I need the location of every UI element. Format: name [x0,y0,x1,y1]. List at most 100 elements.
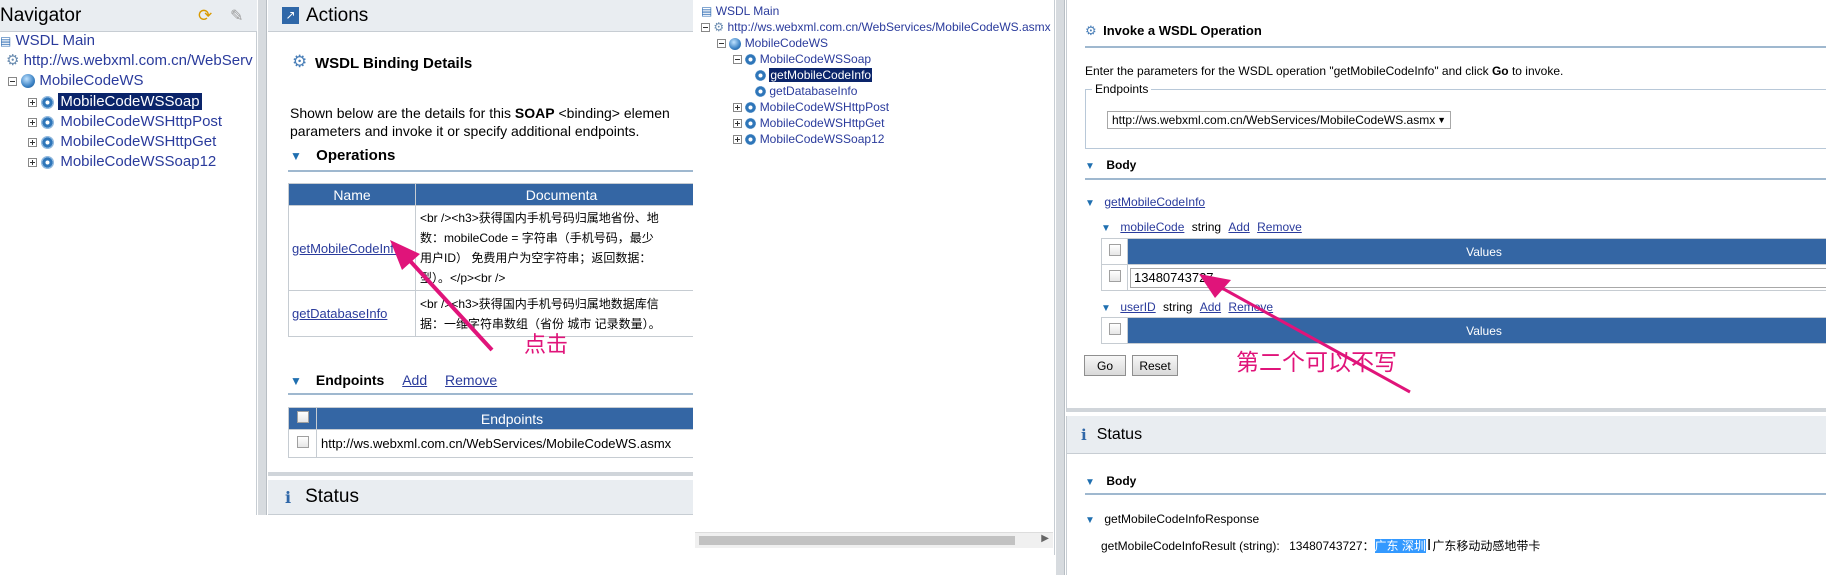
splitter[interactable] [1056,0,1065,575]
collapse-triangle-icon[interactable]: ▼ [1085,515,1101,526]
expand-icon[interactable] [28,157,37,167]
invoke-title: Invoke a WSDL Operation [1103,23,1262,38]
tree-wsdl-main[interactable]: ▤ WSDL Main [0,32,95,49]
intro-text-2: <binding> elemen [554,105,670,121]
collapse-triangle-icon[interactable]: ▼ [290,374,306,388]
param-add-link[interactable]: Add [1228,220,1249,234]
endpoint-checkbox[interactable] [296,436,309,448]
arrow-line [398,248,494,352]
collapse-triangle-icon[interactable]: ▼ [1085,198,1101,209]
param-type: string [1191,220,1222,234]
scrollbar-thumb[interactable] [699,536,1015,545]
binding-icon [41,155,55,169]
invoke-intro: Enter the parameters for the WSDL operat… [1085,64,1563,78]
tree2-wsdl-main[interactable]: ▤ WSDL Main [701,4,779,18]
refresh-icon[interactable]: ⟳ [198,6,218,26]
tree2-binding-label: MobileCodeWSHttpPost [759,100,890,114]
binding-icon [745,54,757,66]
expand-icon[interactable] [733,119,742,129]
collapse-icon[interactable] [733,55,742,65]
info-icon: i [285,487,292,507]
collapse-triangle-icon[interactable]: ▼ [1101,303,1117,314]
invoke-panel: ⚙ Invoke a WSDL Operation Enter the para… [1066,0,1826,412]
text-cursor-icon: Ⅰ [1426,537,1432,554]
body-heading[interactable]: ▼ Body [1085,158,1136,172]
operation-heading[interactable]: ▼ getMobileCodeInfo [1085,195,1205,209]
response-name: getMobileCodeInfoResponse [1104,512,1260,526]
binding-icon [745,102,757,114]
select-all-checkbox[interactable] [296,411,309,423]
tree2-op-label: getMobileCodeInfo [768,67,874,83]
binding-icon [745,134,757,146]
tree2-binding-1[interactable]: MobileCodeWSHttpPost [733,100,889,114]
tree2-op-1[interactable]: getDatabaseInfo [755,84,857,98]
operation-icon [755,86,766,98]
reset-button[interactable]: Reset [1132,355,1178,376]
tree2-binding-open[interactable]: MobileCodeWSSoap [733,52,871,66]
service-globe-icon [21,74,36,89]
select-all-checkbox[interactable] [1108,244,1121,256]
collapse-triangle-icon[interactable]: ▼ [1085,161,1101,172]
endpoint-select[interactable]: http://ws.webxml.com.cn/WebServices/Mobi… [1107,111,1451,129]
binding-icon [41,135,55,149]
collapse-triangle-icon[interactable]: ▼ [290,149,306,163]
status-right-title: Status [1096,425,1143,443]
operations-heading[interactable]: ▼ Operations [290,147,395,164]
go-button[interactable]: Go [1084,355,1126,376]
endpoint-select-value: http://ws.webxml.com.cn/WebServices/Mobi… [1112,113,1436,127]
invoke-intro-2: to invoke. [1508,64,1564,78]
tree-binding-0[interactable]: MobileCodeWSSoap [28,92,203,111]
body-label: Body [1106,158,1137,172]
endpoints-heading: ▼ Endpoints Add Remove [290,372,497,388]
param1-heading: ▼ mobileCode string Add Remove [1101,220,1302,234]
scroll-right-icon[interactable]: ▶ [1041,533,1049,544]
wsdl-icon: ▤ [0,34,12,48]
tree-service[interactable]: MobileCodeWS [8,72,144,89]
collapse-icon[interactable] [8,76,17,86]
tree2-binding-label: MobileCodeWSHttpGet [759,116,885,130]
tree-binding-3[interactable]: MobileCodeWSSoap12 [28,153,218,170]
collapse-triangle-icon[interactable]: ▼ [1101,223,1117,234]
add-endpoint-link[interactable]: Add [402,372,427,388]
tree-endpoint-url-label: http://ws.webxml.com.cn/WebServ [23,52,253,69]
param-mobilecode[interactable]: mobileCode [1120,220,1184,234]
binding-intro: Shown below are the details for this SOA… [290,104,690,140]
select-all-checkbox[interactable] [1108,323,1121,335]
horizontal-scrollbar[interactable]: ▶ [695,532,1053,548]
splitter[interactable] [258,0,267,515]
tree-binding-label: MobileCodeWSHttpPost [60,113,223,130]
tree-endpoint-url[interactable]: ⚙ http://ws.webxml.com.cn/WebServ [6,51,253,69]
status-body-heading[interactable]: ▼ Body [1085,474,1136,488]
tree2-wsdl-main-label: WSDL Main [715,4,780,18]
tree2-url[interactable]: ⚙ http://ws.webxml.com.cn/WebServices/Mo… [701,20,1051,34]
tree-binding-2[interactable]: MobileCodeWSHttpGet [28,133,218,150]
value-checkbox[interactable] [1108,270,1121,282]
expand-icon[interactable] [733,135,742,145]
operation-name[interactable]: getMobileCodeInfo [1104,195,1205,209]
tree2-binding-3[interactable]: MobileCodeWSSoap12 [733,132,884,146]
expand-icon[interactable] [28,117,37,127]
collapse-triangle-icon[interactable]: ▼ [1085,477,1101,488]
collapse-icon[interactable] [701,23,710,33]
navigator-header: Navigator ⟳ ✎ [0,0,257,32]
tree2-binding-2[interactable]: MobileCodeWSHttpGet [733,116,884,130]
param-userid[interactable]: userID [1120,300,1155,314]
operation-link-getdatabaseinfo[interactable]: getDatabaseInfo [292,306,387,321]
tree-binding-1[interactable]: MobileCodeWSHttpPost [28,113,224,130]
collapse-icon[interactable] [717,39,726,49]
response-heading[interactable]: ▼ getMobileCodeInfoResponse [1085,512,1259,526]
param-remove-link[interactable]: Remove [1257,220,1302,234]
remove-endpoint-link[interactable]: Remove [445,372,497,388]
expand-icon[interactable] [28,97,37,107]
actions-panel: ↗ Actions ⚙ WSDL Binding Details Shown b… [268,0,708,476]
tree2-service[interactable]: MobileCodeWS [717,36,828,50]
actions-header: ↗ Actions [268,0,693,32]
actions-icon: ↗ [282,7,299,24]
clear-icon[interactable]: ✎ [230,6,250,26]
tree2-op-0[interactable]: getMobileCodeInfo [755,67,874,83]
service-icon: ⚙ [6,52,20,69]
wsdl-icon: ▤ [701,4,713,18]
expand-icon[interactable] [28,137,37,147]
status-right-panel: i Status ▼ Body ▼ getMobileCodeInfoRespo… [1066,416,1826,575]
expand-icon[interactable] [733,103,742,113]
